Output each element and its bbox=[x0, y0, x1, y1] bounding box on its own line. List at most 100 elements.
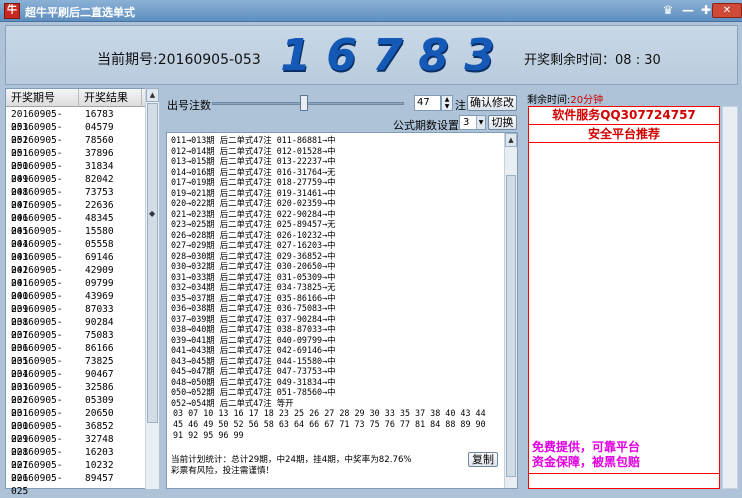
scroll-up-icon[interactable]: ▲ bbox=[505, 133, 517, 147]
promo-scrollbar[interactable] bbox=[722, 106, 738, 489]
minimize-button[interactable]: — bbox=[680, 3, 696, 18]
table-row[interactable]: 20160905-036 75083 bbox=[6, 329, 146, 354]
table-row[interactable]: 20160905-030 20650 bbox=[6, 407, 146, 432]
table-row[interactable]: 20160905-025 89457 bbox=[6, 472, 146, 497]
plan-line: 011→013期 后二单式47注 011-86881→中 bbox=[171, 135, 336, 145]
plan-line: 026→028期 后二单式47注 026-10232→中 bbox=[171, 229, 336, 240]
table-row[interactable]: 20160905-035 86166 bbox=[6, 342, 146, 367]
row-period: 20160905-039 bbox=[11, 291, 63, 315]
scroll-up-icon[interactable]: ▲ bbox=[146, 88, 159, 102]
plan-line: 014→016期 后二单式47注 016-31764→无 bbox=[171, 166, 336, 177]
table-row[interactable]: 20160905-050 37896 bbox=[6, 147, 146, 172]
history-scrollbar[interactable]: ▲ bbox=[145, 88, 159, 489]
ad-box: 软件服务QQ307724757 安全平台推荐 免费提供，可靠平台 资金保障，被黑… bbox=[528, 106, 720, 489]
row-result: 42909 bbox=[85, 265, 114, 276]
row-result: 78560 bbox=[85, 135, 114, 146]
table-row[interactable]: 20160905-051 78560 bbox=[6, 134, 146, 159]
draw-digit: 3 bbox=[464, 30, 495, 81]
table-row[interactable]: 20160905-045 48345 bbox=[6, 212, 146, 237]
slider-handle[interactable] bbox=[300, 95, 309, 111]
row-period: 20160905-037 bbox=[11, 317, 63, 341]
plan-line: 036→038期 后二单式47注 036-75083→中 bbox=[171, 303, 336, 313]
table-row[interactable]: 20160905-033 90467 bbox=[6, 368, 146, 393]
confirm-button[interactable]: 确认修改 bbox=[467, 95, 517, 111]
table-row[interactable]: 20160905-046 22636 bbox=[6, 199, 146, 224]
column-header-result[interactable]: 开奖结果 bbox=[79, 89, 142, 107]
history-list[interactable]: 开奖期号 开奖结果 20160905-053 16783 20160905-052 0… bbox=[5, 88, 159, 497]
plan-line: 012→014期 后二单式47注 012-01528→中 bbox=[171, 145, 336, 156]
row-period: 20160905-046 bbox=[11, 200, 63, 224]
row-result: 22636 bbox=[85, 200, 114, 211]
plan-line: 043→045期 后二单式47注 044-15580→中 bbox=[171, 355, 336, 366]
row-period: 20160905-034 bbox=[11, 356, 63, 380]
plan-line: 035→037期 后二单式47注 035-86166→中 bbox=[171, 292, 336, 303]
row-result: 82042 bbox=[85, 174, 114, 185]
plan-lines: 011→013期 后二单式47注 011-86881→中 012→014期 后二单… bbox=[171, 135, 336, 408]
row-result: 86166 bbox=[85, 343, 114, 354]
table-row[interactable]: 20160905-039 43969 bbox=[6, 290, 146, 315]
platform-recommend[interactable]: 安全平台推荐 bbox=[529, 126, 719, 143]
row-period: 20160905-050 bbox=[11, 148, 63, 172]
copy-button[interactable]: 复制 bbox=[468, 452, 498, 467]
remain-time: 剩余时间:20分钟 bbox=[527, 91, 603, 106]
plan-line: 052→054期 后二单式47注 等开 bbox=[171, 397, 294, 408]
splitter-grip-icon[interactable]: ◆ bbox=[149, 209, 155, 218]
table-row[interactable]: 20160905-042 69146 bbox=[6, 251, 146, 276]
row-period: 20160905-042 bbox=[11, 252, 63, 276]
formula-select[interactable]: 3 ▼ bbox=[459, 115, 486, 130]
countdown: 开奖剩余时间：08 : 30 bbox=[524, 49, 661, 68]
close-button[interactable]: ✕ bbox=[712, 3, 742, 18]
row-period: 20160905-036 bbox=[11, 330, 63, 354]
table-row[interactable]: 20160905-043 05558 bbox=[6, 238, 146, 263]
row-period: 20160905-030 bbox=[11, 408, 63, 432]
plan-line: 039→041期 后二单式47注 040-09799→中 bbox=[171, 334, 336, 345]
scroll-thumb[interactable] bbox=[147, 103, 158, 423]
scroll-thumb[interactable] bbox=[506, 175, 516, 477]
table-row[interactable]: 20160905-047 73753 bbox=[6, 186, 146, 211]
table-row[interactable]: 20160905-034 73825 bbox=[6, 355, 146, 380]
plan-line: 028→030期 后二单式47注 029-36852→中 bbox=[171, 250, 336, 261]
service-qq[interactable]: 软件服务QQ307724757 bbox=[529, 107, 719, 125]
table-row[interactable]: 20160905-032 32586 bbox=[6, 381, 146, 406]
row-result: 31834 bbox=[85, 161, 114, 172]
table-row[interactable]: 20160905-029 36852 bbox=[6, 420, 146, 445]
table-row[interactable]: 20160905-038 87033 bbox=[6, 303, 146, 328]
table-row[interactable]: 20160905-048 82042 bbox=[6, 173, 146, 198]
row-result: 05558 bbox=[85, 239, 114, 250]
switch-button[interactable]: 切换 bbox=[488, 115, 517, 130]
table-row[interactable]: 20160905-040 09799 bbox=[6, 277, 146, 302]
table-row[interactable]: 20160905-037 90284 bbox=[6, 316, 146, 341]
row-result: 32748 bbox=[85, 434, 114, 445]
row-result: 37896 bbox=[85, 148, 114, 159]
bet-count-input[interactable]: 47 bbox=[414, 95, 441, 111]
bet-count-spinner[interactable]: ▲ ▼ bbox=[441, 95, 453, 111]
chevron-down-icon[interactable]: ▼ bbox=[476, 116, 485, 129]
skin-icon[interactable]: ♛ bbox=[660, 3, 676, 18]
promo-text[interactable]: 免费提供，可靠平台 资金保障，被黑包赔 bbox=[532, 440, 640, 470]
plan-text-area[interactable]: 011→013期 后二单式47注 011-86881→中 012→014期 后二单… bbox=[166, 132, 518, 489]
plan-line: 020→022期 后二单式47注 020-02359→中 bbox=[171, 198, 336, 208]
table-row[interactable]: 20160905-028 32748 bbox=[6, 433, 146, 458]
row-result: 69146 bbox=[85, 252, 114, 263]
table-row[interactable]: 20160905-031 05309 bbox=[6, 394, 146, 419]
table-row[interactable]: 20160905-026 10232 bbox=[6, 459, 146, 484]
table-row[interactable]: 20160905-044 15580 bbox=[6, 225, 146, 250]
row-period: 20160905-027 bbox=[11, 447, 63, 471]
number-set: 03 07 10 13 16 17 18 23 25 26 27 28 29 3… bbox=[173, 408, 486, 440]
table-row[interactable]: 20160905-053 16783 bbox=[6, 108, 146, 133]
row-period: 20160905-052 bbox=[11, 122, 63, 146]
column-header-period[interactable]: 开奖期号 bbox=[6, 89, 79, 107]
table-row[interactable]: 20160905-049 31834 bbox=[6, 160, 146, 185]
row-result: 36852 bbox=[85, 421, 114, 432]
table-row[interactable]: 20160905-027 16203 bbox=[6, 446, 146, 471]
table-row[interactable]: 20160905-041 42909 bbox=[6, 264, 146, 289]
app-icon: 牛 bbox=[4, 3, 20, 19]
plan-panel: 出号注数 47 ▲ ▼ 注 确认修改 公式期数设置: 3 ▼ 切换 011→013… bbox=[164, 88, 520, 489]
plan-line: 038→040期 后二单式47注 038-87033→中 bbox=[171, 324, 336, 334]
plan-line: 017→019期 后二单式47注 018-27759→中 bbox=[171, 177, 336, 187]
row-period: 20160905-032 bbox=[11, 382, 63, 406]
row-period: 20160905-048 bbox=[11, 174, 63, 198]
table-row[interactable]: 20160905-052 04579 bbox=[6, 121, 146, 146]
plan-scrollbar[interactable]: ▲ bbox=[504, 133, 517, 488]
draw-digit: 1 bbox=[280, 30, 311, 81]
